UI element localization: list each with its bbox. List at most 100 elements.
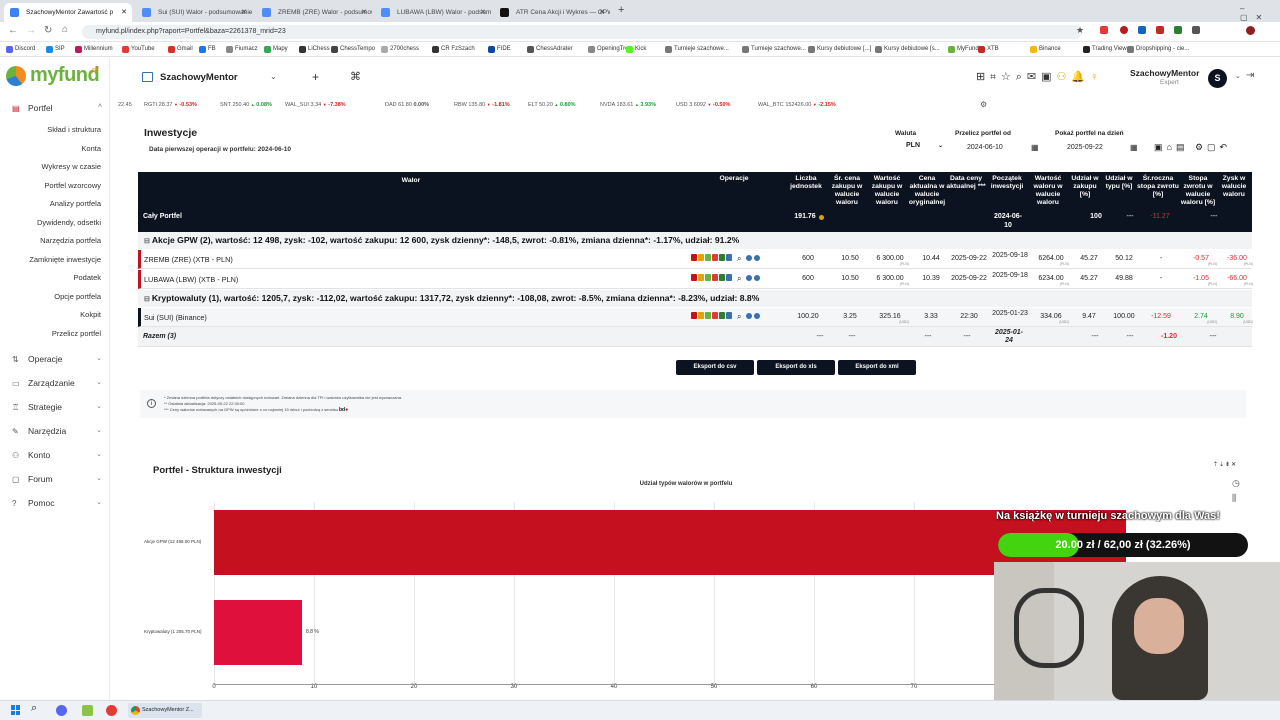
- reload-icon[interactable]: ↻: [44, 25, 52, 36]
- app-icon[interactable]: [82, 705, 93, 716]
- ticker-item[interactable]: SNT 250.40 ▲ 0.08%: [220, 102, 272, 108]
- back-icon[interactable]: ←: [8, 25, 18, 36]
- calendar-icon[interactable]: ▦: [1130, 143, 1138, 152]
- sidebar-subitem[interactable]: Kokpit: [80, 310, 101, 319]
- sidebar-section[interactable]: ✎ Narzędzia ⌄: [12, 426, 102, 436]
- column-header[interactable]: Wartość zakupu w walucie waloru: [866, 172, 908, 208]
- link-icon[interactable]: [746, 275, 753, 281]
- sidebar-section[interactable]: ♖ Strategie ⌄: [12, 402, 102, 412]
- sidebar-subitem[interactable]: Dywidendy, odsetki: [37, 218, 101, 227]
- recalc-date-field[interactable]: 2024-06-10: [967, 144, 1003, 151]
- bookmark-item[interactable]: Turnieje szachowe...: [665, 44, 729, 54]
- close-tab-icon[interactable]: ✕: [121, 3, 127, 22]
- bookmark-item[interactable]: Turnieje szachowe...: [742, 44, 806, 54]
- operation-icons[interactable]: ⌕: [691, 254, 761, 264]
- bar[interactable]: [214, 600, 302, 665]
- export-xls-button[interactable]: Eksport do xls: [757, 360, 835, 375]
- export-xml-button[interactable]: Eksport do xml: [838, 360, 916, 375]
- sidebar-subitem[interactable]: Portfel wzorcowy: [44, 181, 101, 190]
- table-row[interactable]: ZREMB (ZRE) (XTB - PLN) ⌕ 600 10.50 6 300.00…: [138, 250, 1253, 269]
- bookmark-item[interactable]: ChessAdrater: [527, 44, 573, 54]
- column-header[interactable]: Cena aktualna w walucie oryginalnej: [908, 172, 946, 208]
- operation-icon[interactable]: [698, 274, 704, 281]
- operation-icon[interactable]: [719, 312, 725, 319]
- add-icon[interactable]: +: [312, 70, 319, 84]
- show-date-field[interactable]: 2025-09-22: [1067, 144, 1103, 151]
- bookmark-item[interactable]: Fiumacz: [226, 44, 258, 54]
- operation-icon[interactable]: [698, 312, 704, 319]
- sidebar-section[interactable]: ⇅ Operacje ⌄: [12, 354, 102, 364]
- sidebar-section[interactable]: ⚇ Konto ⌄: [12, 450, 102, 460]
- browser-tab[interactable]: ATR Cena Akcji i Wykres — GPW ✕: [494, 3, 610, 22]
- column-header[interactable]: Udział w typu [%]: [1102, 172, 1136, 208]
- operation-icon[interactable]: [719, 274, 725, 281]
- bookmark-item[interactable]: Mapy: [264, 44, 288, 54]
- bookmark-item[interactable]: Kursy debiutowe [...]: [808, 44, 871, 54]
- operation-icon[interactable]: [726, 312, 732, 319]
- forward-icon[interactable]: →: [26, 25, 36, 36]
- operation-icon[interactable]: [712, 312, 718, 319]
- operation-icons[interactable]: ⌕: [691, 312, 761, 322]
- operation-icon[interactable]: [691, 254, 697, 261]
- link-icon[interactable]: [754, 275, 761, 281]
- browser-tab[interactable]: LUBAWA (LBW) Walor - podsum ✕: [375, 3, 491, 22]
- column-header[interactable]: Operacje: [684, 172, 784, 208]
- operation-icon[interactable]: [698, 254, 704, 261]
- sidebar-subitem[interactable]: Narzędzia portfela: [40, 236, 101, 245]
- link-icon[interactable]: [754, 255, 761, 261]
- sidebar-section[interactable]: ? Pomoc ⌄: [12, 498, 102, 508]
- search-icon[interactable]: ⌕: [737, 312, 742, 321]
- operation-icon[interactable]: [719, 254, 725, 261]
- sidebar-subitem[interactable]: Podatek: [73, 273, 101, 282]
- column-header[interactable]: Śr.roczna stopa zwrotu [%]: [1136, 172, 1180, 208]
- ticker-settings-icon[interactable]: ⚙: [980, 100, 987, 109]
- operation-icon[interactable]: [691, 274, 697, 281]
- operation-icon[interactable]: [726, 274, 732, 281]
- windows-start-icon[interactable]: [11, 705, 21, 715]
- ticker-item[interactable]: DAD 61.80 0.00%: [385, 102, 429, 108]
- bookmark-item[interactable]: Gmail: [168, 44, 193, 54]
- operation-icon[interactable]: [726, 254, 732, 261]
- column-header[interactable]: Śr. cena zakupu w walucie waloru: [828, 172, 866, 208]
- url-field[interactable]: myfund.pl/index.php?raport=Portfel&baza=…: [82, 25, 1082, 39]
- bookmark-item[interactable]: MyFund: [948, 44, 979, 54]
- search-icon[interactable]: ⌕: [737, 254, 742, 263]
- bookmark-item[interactable]: Kick: [626, 44, 646, 54]
- operation-icon[interactable]: [712, 254, 718, 261]
- chrome-taskbar-item[interactable]: SzachowyMentor Z...: [128, 703, 202, 718]
- bookmark-item[interactable]: 2700chess: [381, 44, 419, 54]
- table-row[interactable]: Sui (SUI) (Binance) ⌕ 100.20 3.25 325.16 3.33…: [138, 308, 1253, 327]
- bookmark-item[interactable]: FIDE: [488, 44, 511, 54]
- portfolio-selector[interactable]: SzachowyMentor: [160, 72, 238, 83]
- ticker-item[interactable]: RBW 135.80 ▼ -1.81%: [454, 102, 510, 108]
- new-tab-button[interactable]: +: [618, 4, 624, 16]
- browser-tab[interactable]: ZREMB (ZRE) Walor - podsumowanie✕: [256, 3, 372, 22]
- asset-name[interactable]: ZREMB (ZRE) (XTB - PLN): [144, 255, 233, 264]
- sidebar-section[interactable]: ▭ Zarządzanie ⌄: [12, 378, 102, 388]
- user-menu-chevron-icon[interactable]: ⌄: [1235, 72, 1241, 80]
- home-icon[interactable]: ⌂: [62, 24, 68, 35]
- sidebar-portfel[interactable]: ▤ Portfel ˄: [12, 103, 102, 113]
- command-icon[interactable]: ⌘: [350, 70, 361, 83]
- close-tab-icon[interactable]: ✕: [480, 3, 486, 22]
- operation-icon[interactable]: [705, 312, 711, 319]
- sidebar-subitem[interactable]: Przelicz portfel: [52, 329, 101, 338]
- group-header-crypto[interactable]: ⊟ Kryptowaluty (1), wartość: 1205,7, zys…: [138, 290, 1252, 307]
- whole-portfolio-row[interactable]: Cały Portfel 191.76 2024-06-10 100 --- -…: [138, 208, 1252, 232]
- ticker-item[interactable]: ELT 50.20 ▲ 0.80%: [528, 102, 576, 108]
- extension-icons[interactable]: [1100, 26, 1270, 36]
- link-icon[interactable]: [746, 313, 753, 319]
- bookmark-item[interactable]: Trading View: [1083, 44, 1127, 54]
- operation-icon[interactable]: [691, 312, 697, 319]
- chart-type-icon[interactable]: ◷: [1232, 478, 1240, 489]
- operation-icons[interactable]: ⌕: [691, 274, 761, 284]
- sidebar-section[interactable]: ▢ Forum ⌄: [12, 474, 102, 484]
- bookmark-star-icon[interactable]: ★: [1076, 25, 1084, 36]
- bookmark-item[interactable]: Kursy debiutowe [s...: [875, 44, 940, 54]
- operation-icon[interactable]: [705, 254, 711, 261]
- bookmark-item[interactable]: Discord: [6, 44, 35, 54]
- asset-name[interactable]: LUBAWA (LBW) (XTB - PLN): [144, 275, 238, 284]
- bookmark-item[interactable]: Millennium: [75, 44, 113, 54]
- chart-bar-icon[interactable]: ⫼: [1232, 493, 1236, 504]
- bookmark-item[interactable]: LiChess: [299, 44, 330, 54]
